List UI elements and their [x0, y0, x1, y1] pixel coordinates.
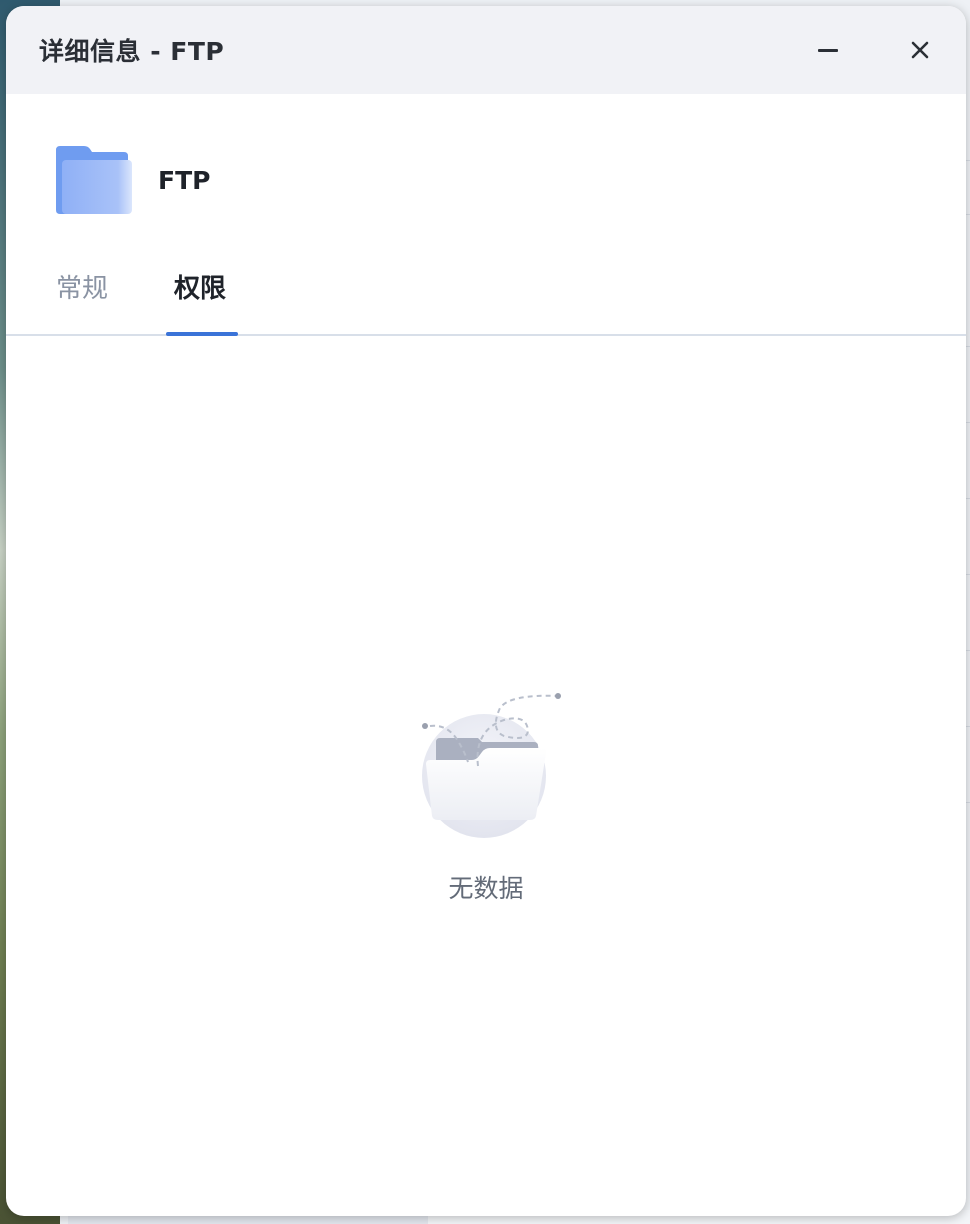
- details-dialog: 详细信息 - FTP FTP 常规 权限 无数据: [6, 6, 966, 1216]
- minimize-icon: [818, 48, 838, 52]
- empty-folder-icon: [422, 693, 561, 838]
- tab-bar: 常规 权限: [6, 252, 966, 336]
- file-header: FTP: [54, 144, 210, 216]
- file-name: FTP: [158, 165, 211, 195]
- tab-general[interactable]: 常规: [56, 268, 108, 305]
- empty-state-text: 无数据: [448, 874, 524, 903]
- active-tab-indicator: [166, 332, 238, 336]
- dialog-titlebar[interactable]: 详细信息 - FTP: [6, 6, 966, 94]
- close-icon: [911, 41, 929, 59]
- minimize-button[interactable]: [808, 30, 848, 70]
- empty-state: 无数据: [386, 686, 586, 916]
- folder-icon: [54, 144, 134, 216]
- close-button[interactable]: [900, 30, 940, 70]
- tab-permissions[interactable]: 权限: [174, 268, 226, 305]
- dialog-title: 详细信息 - FTP: [39, 37, 225, 66]
